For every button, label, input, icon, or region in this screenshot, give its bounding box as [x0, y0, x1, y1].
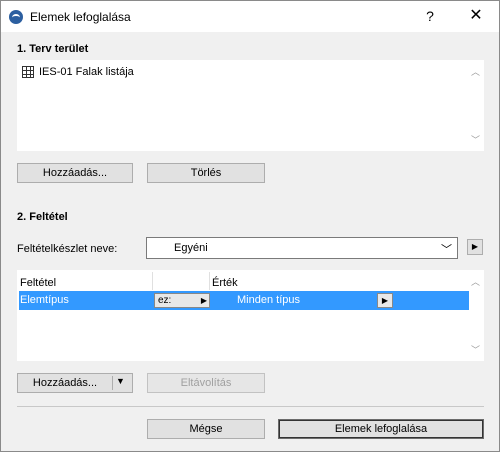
- help-button[interactable]: ?: [415, 5, 445, 27]
- list-item-label: IES-01 Falak listája: [39, 66, 134, 78]
- scroll-up-icon[interactable]: ︿: [471, 65, 480, 78]
- cancel-button[interactable]: Mégse: [147, 419, 265, 439]
- add-plan-area-button[interactable]: Hozzáadás...: [17, 163, 133, 183]
- chevron-down-icon: ﹀: [441, 244, 452, 256]
- scroll-down-icon[interactable]: ﹀: [471, 343, 480, 356]
- remove-criterion-button[interactable]: Eltávolítás: [147, 373, 265, 393]
- value-menu-button[interactable]: ▶: [377, 293, 393, 308]
- column-header-criterion: Feltétel: [20, 277, 57, 289]
- title-bar: Elemek lefoglalása ? ✕: [1, 1, 499, 32]
- criteria-table: Feltétel Érték Elemtípus ez: ▶ Minden tí…: [17, 270, 484, 361]
- grid-table-icon: [22, 66, 34, 78]
- delete-button[interactable]: Törlés: [147, 163, 265, 183]
- column-divider: [152, 272, 153, 290]
- criterion-cell: Elemtípus: [20, 294, 69, 306]
- list-item[interactable]: IES-01 Falak listája: [22, 66, 134, 78]
- criteria-set-value: Egyéni: [174, 242, 208, 254]
- reserve-elements-button[interactable]: Elemek lefoglalása: [278, 419, 484, 439]
- divider: [17, 406, 484, 407]
- triangle-right-icon: ▶: [200, 296, 207, 305]
- scroll-up-icon[interactable]: ︿: [471, 275, 480, 288]
- column-header-value: Érték: [212, 277, 238, 289]
- add-criterion-button[interactable]: Hozzáadás...: [18, 374, 112, 392]
- window-title: Elemek lefoglalása: [30, 10, 131, 24]
- split-divider: [112, 376, 113, 390]
- value-cell: Minden típus: [237, 294, 300, 306]
- app-icon: [9, 10, 23, 24]
- criteria-set-label: Feltételkészlet neve:: [17, 243, 118, 255]
- criteria-set-menu-button[interactable]: ▶: [467, 239, 483, 255]
- column-divider: [209, 272, 210, 290]
- close-button[interactable]: ✕: [461, 5, 491, 27]
- table-row[interactable]: Elemtípus ez: ▶ Minden típus ▶: [19, 291, 469, 310]
- reserve-elements-dialog: Elemek lefoglalása ? ✕ 1. Terv terület I…: [0, 0, 500, 452]
- operator-value: ez:: [158, 295, 172, 306]
- dropdown-arrow-icon[interactable]: ▼: [116, 376, 125, 386]
- scroll-down-icon[interactable]: ﹀: [471, 133, 480, 146]
- operator-dropdown[interactable]: ez: ▶: [154, 293, 210, 308]
- criteria-set-select[interactable]: Egyéni ﹀: [146, 237, 458, 259]
- section-criteria-title: 2. Feltétel: [17, 211, 68, 223]
- plan-area-list[interactable]: IES-01 Falak listája ︿ ﹀: [17, 60, 484, 151]
- section-plan-area-title: 1. Terv terület: [17, 43, 89, 55]
- add-criterion-split-button[interactable]: Hozzáadás... ▼: [17, 373, 133, 393]
